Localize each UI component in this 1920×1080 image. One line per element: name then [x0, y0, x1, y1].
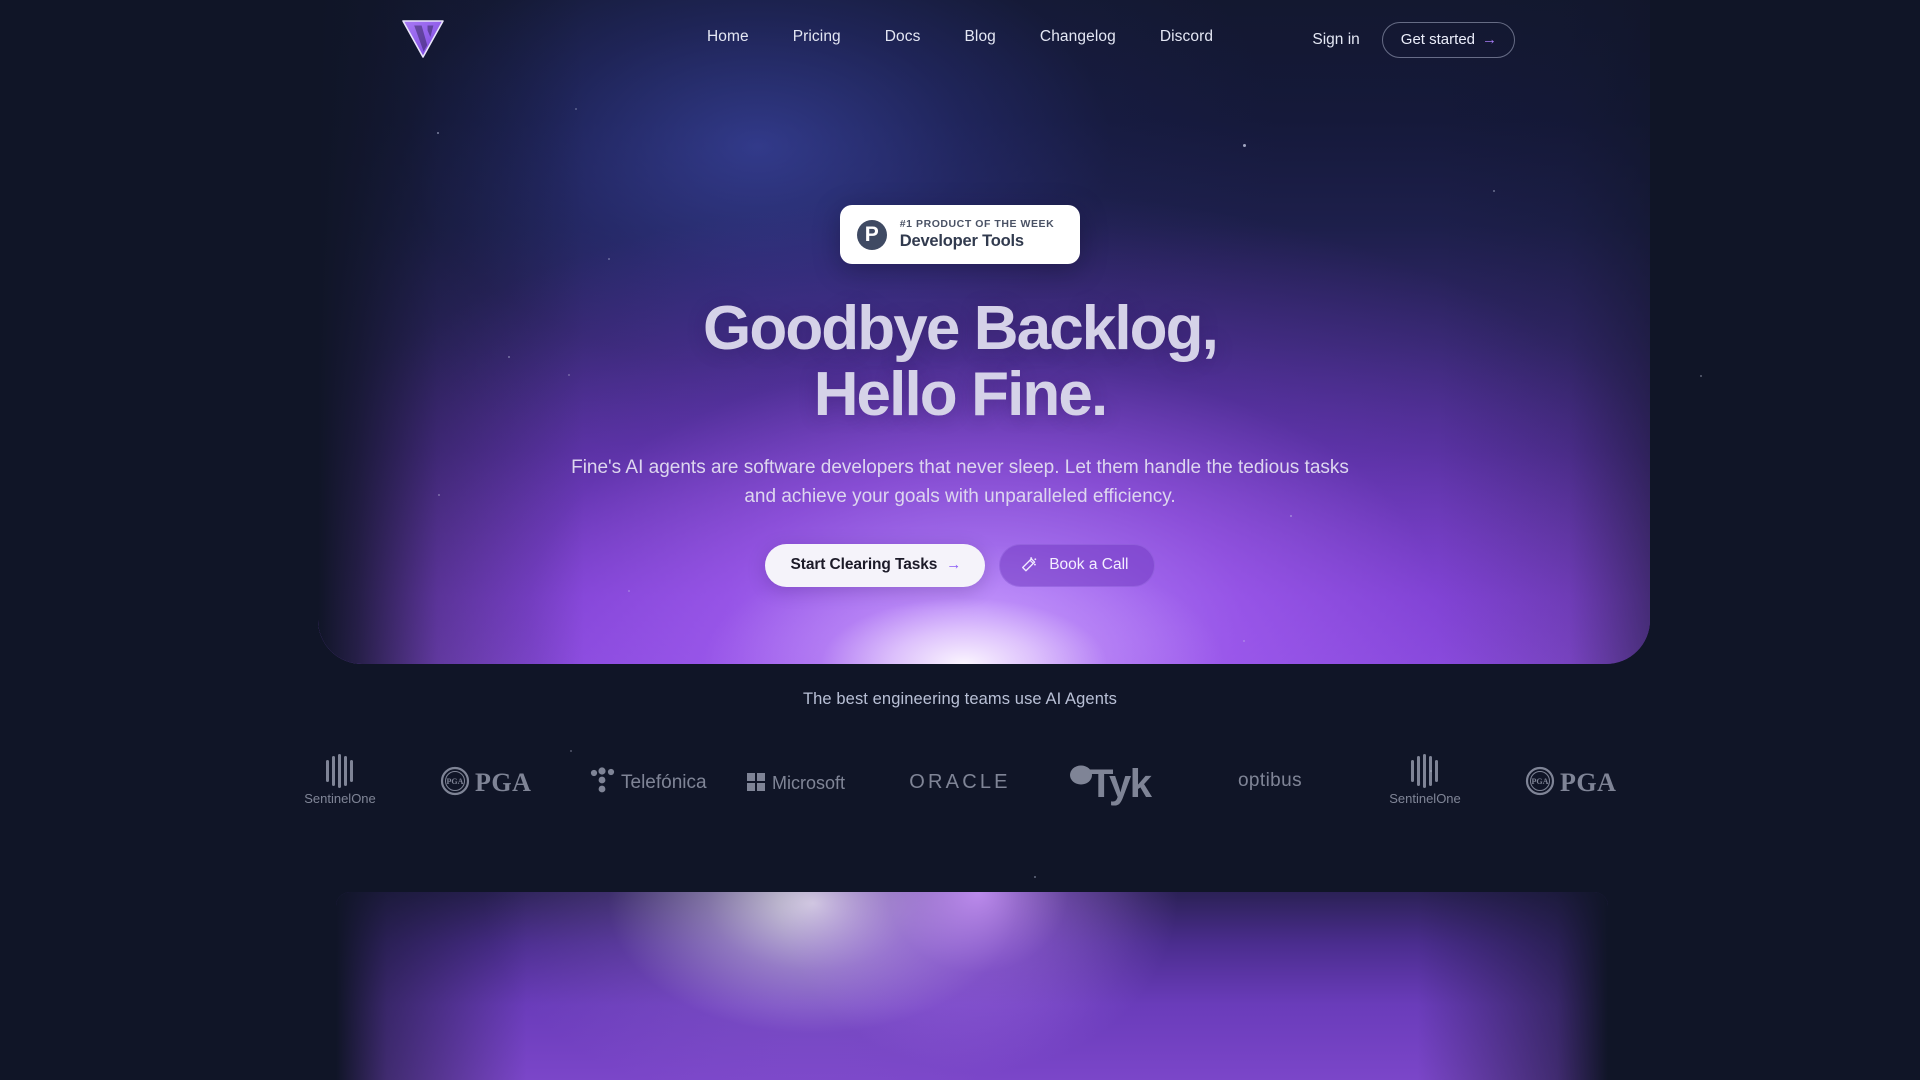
- telefonica-logo-icon: Telefónica: [590, 767, 707, 793]
- nav-item-blog[interactable]: Blog: [964, 28, 995, 46]
- nav-item-pricing[interactable]: Pricing: [793, 28, 841, 46]
- secondary-cta-label: Book a Call: [1049, 555, 1129, 573]
- get-started-label: Get started: [1400, 31, 1475, 48]
- pga-logo-icon: PGA PGA: [1525, 766, 1616, 797]
- product-hunt-icon: P: [856, 219, 887, 250]
- svg-text:PGA: PGA: [475, 768, 531, 797]
- primary-cta-label: Start Clearing Tasks: [790, 555, 938, 573]
- tyk-logo-icon: Tyk: [1070, 762, 1154, 806]
- optibus-wordmark: optibus: [1237, 770, 1303, 791]
- sign-in-link[interactable]: Sign in: [1312, 31, 1359, 49]
- svg-text:SentinelOne: SentinelOne: [304, 791, 376, 806]
- logos-marquee: SentinelOne PGA PGA Telefónica Microsoft…: [0, 751, 1920, 811]
- svg-text:Microsoft: Microsoft: [772, 773, 845, 793]
- logo-sentinelone: SentinelOne: [263, 751, 418, 811]
- start-clearing-tasks-button[interactable]: Start Clearing Tasks →: [764, 543, 986, 587]
- bottom-gradient-panel: [336, 892, 1608, 1080]
- hero-subtitle: Fine's AI agents are software developers…: [571, 456, 1349, 508]
- svg-text:Telefónica: Telefónica: [621, 772, 707, 793]
- logo-telefonica: Telefónica: [573, 751, 728, 811]
- product-hunt-kicker: #1 PRODUCT OF THE WEEK: [899, 218, 1055, 230]
- svg-text:ORACLE: ORACLE: [909, 771, 1010, 793]
- svg-text:PGA: PGA: [1560, 768, 1616, 797]
- nav-item-docs[interactable]: Docs: [885, 28, 921, 46]
- get-started-button[interactable]: Get started →: [1381, 22, 1515, 58]
- logo-triangle-icon: [402, 20, 444, 58]
- nav-item-home[interactable]: Home: [707, 28, 749, 46]
- arrow-right-icon: →: [946, 556, 962, 574]
- svg-text:PGA: PGA: [447, 777, 464, 786]
- logos-tagline: The best engineering teams use AI Agents: [802, 690, 1118, 708]
- hero-section: P #1 PRODUCT OF THE WEEK Developer Tools…: [0, 0, 1920, 587]
- nav-links: Home Pricing Docs Blog Changelog Discord: [707, 28, 1213, 46]
- svg-text:SentinelOne: SentinelOne: [1389, 791, 1461, 806]
- logo-microsoft: Microsoft: [728, 751, 883, 811]
- sentinelone-logo-icon: SentinelOne: [304, 754, 376, 806]
- nav-item-changelog[interactable]: Changelog: [1040, 28, 1116, 46]
- hero-title-line-1: Goodbye Backlog,: [703, 294, 1219, 363]
- svg-text:PGA: PGA: [1532, 777, 1549, 786]
- nav-item-discord[interactable]: Discord: [1160, 28, 1213, 46]
- logo-sentinelone-repeat: SentinelOne: [1348, 751, 1503, 811]
- logo-oracle: ORACLE: [883, 751, 1038, 811]
- bottom-edge-fade: [336, 892, 1608, 1080]
- page-title: Goodbye Backlog, Hello Fine.: [703, 294, 1219, 430]
- logo-pga-repeat: PGA PGA: [1503, 751, 1658, 811]
- arrow-right-icon: →: [1482, 31, 1497, 48]
- product-hunt-texts: #1 PRODUCT OF THE WEEK Developer Tools: [900, 218, 1054, 251]
- book-a-call-button[interactable]: Book a Call: [999, 543, 1156, 587]
- logo-optibus: optibus: [1193, 751, 1348, 811]
- pga-logo-icon: PGA PGA: [440, 766, 531, 797]
- logo-pga: PGA PGA: [418, 751, 573, 811]
- landing-page: Home Pricing Docs Blog Changelog Discord…: [0, 0, 1920, 1080]
- star: [1034, 876, 1036, 878]
- nav-actions: Sign in Get started →: [1312, 22, 1515, 58]
- top-navigation: Home Pricing Docs Blog Changelog Discord…: [0, 0, 1920, 66]
- customer-logos-section: The best engineering teams use AI Agents…: [0, 690, 1920, 811]
- fine-logo-icon[interactable]: [400, 18, 446, 60]
- oracle-logo-icon: ORACLE: [909, 771, 1010, 793]
- microsoft-logo-icon: Microsoft: [747, 773, 845, 793]
- sentinelone-logo-icon: SentinelOne: [1389, 754, 1461, 806]
- logo-tyk: Tyk: [1038, 751, 1193, 811]
- magic-wand-glyph: [1022, 556, 1037, 571]
- product-hunt-title: Developer Tools: [899, 232, 1024, 250]
- product-hunt-badge[interactable]: P #1 PRODUCT OF THE WEEK Developer Tools: [839, 205, 1081, 264]
- hero-title-line-2: Hello Fine.: [813, 360, 1108, 430]
- hero-cta-group: Start Clearing Tasks → Book a Call: [764, 543, 1156, 587]
- svg-text:Tyk: Tyk: [1089, 762, 1153, 806]
- magic-wand-icon: [1020, 556, 1038, 574]
